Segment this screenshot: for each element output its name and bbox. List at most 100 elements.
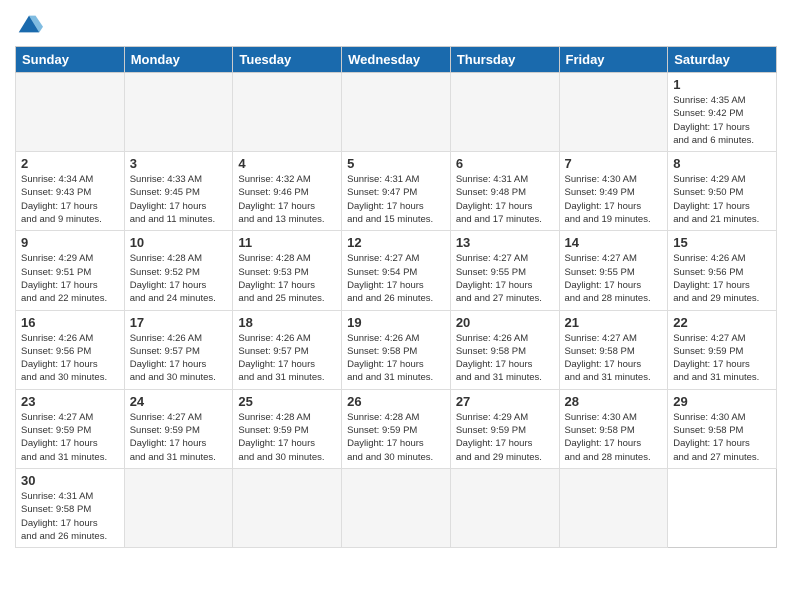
day-number: 24	[130, 394, 228, 409]
calendar-cell: 5 Sunrise: 4:31 AMSunset: 9:47 PMDaylight…	[342, 152, 451, 231]
day-info: Sunrise: 4:35 AMSunset: 9:42 PMDaylight:…	[673, 94, 771, 147]
calendar-row: 1 Sunrise: 4:35 AMSunset: 9:42 PMDaylight…	[16, 73, 777, 152]
day-info: Sunrise: 4:30 AMSunset: 9:58 PMDaylight:…	[565, 411, 663, 464]
calendar-cell	[233, 468, 342, 547]
day-info: Sunrise: 4:26 AMSunset: 9:58 PMDaylight:…	[456, 332, 554, 385]
day-info: Sunrise: 4:28 AMSunset: 9:59 PMDaylight:…	[347, 411, 445, 464]
calendar-cell: 24 Sunrise: 4:27 AMSunset: 9:59 PMDayligh…	[124, 389, 233, 468]
calendar-cell: 16 Sunrise: 4:26 AMSunset: 9:56 PMDayligh…	[16, 310, 125, 389]
day-number: 6	[456, 156, 554, 171]
page-header	[15, 10, 777, 38]
day-info: Sunrise: 4:27 AMSunset: 9:58 PMDaylight:…	[565, 332, 663, 385]
day-number: 25	[238, 394, 336, 409]
logo-icon	[15, 10, 43, 38]
weekday-header: Friday	[559, 47, 668, 73]
calendar-cell	[450, 468, 559, 547]
calendar-cell: 20 Sunrise: 4:26 AMSunset: 9:58 PMDayligh…	[450, 310, 559, 389]
calendar-cell: 17Sunrise: 4:26 AMSunset: 9:57 PMDayligh…	[124, 310, 233, 389]
day-number: 23	[21, 394, 119, 409]
weekday-header: Saturday	[668, 47, 777, 73]
calendar-cell: 7 Sunrise: 4:30 AMSunset: 9:49 PMDaylight…	[559, 152, 668, 231]
day-info: Sunrise: 4:26 AMSunset: 9:58 PMDaylight:…	[347, 332, 445, 385]
weekday-header: Wednesday	[342, 47, 451, 73]
calendar-cell: 19Sunrise: 4:26 AMSunset: 9:58 PMDayligh…	[342, 310, 451, 389]
day-info: Sunrise: 4:27 AMSunset: 9:59 PMDaylight:…	[673, 332, 771, 385]
weekday-header: Tuesday	[233, 47, 342, 73]
day-number: 7	[565, 156, 663, 171]
day-info: Sunrise: 4:31 AMSunset: 9:58 PMDaylight:…	[21, 490, 119, 543]
day-info: Sunrise: 4:29 AMSunset: 9:51 PMDaylight:…	[21, 252, 119, 305]
calendar-table: SundayMondayTuesdayWednesdayThursdayFrid…	[15, 46, 777, 548]
weekday-header: Thursday	[450, 47, 559, 73]
calendar-cell: 15 Sunrise: 4:26 AMSunset: 9:56 PMDayligh…	[668, 231, 777, 310]
day-number: 3	[130, 156, 228, 171]
day-info: Sunrise: 4:27 AMSunset: 9:59 PMDaylight:…	[130, 411, 228, 464]
calendar-cell: 14 Sunrise: 4:27 AMSunset: 9:55 PMDayligh…	[559, 231, 668, 310]
calendar-row: 23 Sunrise: 4:27 AMSunset: 9:59 PMDayligh…	[16, 389, 777, 468]
calendar-cell: 26 Sunrise: 4:28 AMSunset: 9:59 PMDayligh…	[342, 389, 451, 468]
day-info: Sunrise: 4:31 AMSunset: 9:47 PMDaylight:…	[347, 173, 445, 226]
day-info: Sunrise: 4:26 AMSunset: 9:56 PMDaylight:…	[673, 252, 771, 305]
calendar-cell: 22Sunrise: 4:27 AMSunset: 9:59 PMDayligh…	[668, 310, 777, 389]
day-number: 11	[238, 235, 336, 250]
day-number: 21	[565, 315, 663, 330]
day-info: Sunrise: 4:28 AMSunset: 9:52 PMDaylight:…	[130, 252, 228, 305]
calendar-cell	[559, 73, 668, 152]
calendar-cell: 13Sunrise: 4:27 AMSunset: 9:55 PMDayligh…	[450, 231, 559, 310]
calendar-cell	[233, 73, 342, 152]
day-number: 13	[456, 235, 554, 250]
calendar-cell: 11 Sunrise: 4:28 AMSunset: 9:53 PMDayligh…	[233, 231, 342, 310]
day-number: 27	[456, 394, 554, 409]
day-number: 15	[673, 235, 771, 250]
calendar-row: 30 Sunrise: 4:31 AMSunset: 9:58 PMDayligh…	[16, 468, 777, 547]
day-info: Sunrise: 4:34 AMSunset: 9:43 PMDaylight:…	[21, 173, 119, 226]
day-number: 17	[130, 315, 228, 330]
day-info: Sunrise: 4:26 AMSunset: 9:56 PMDaylight:…	[21, 332, 119, 385]
day-number: 1	[673, 77, 771, 92]
calendar-row: 9 Sunrise: 4:29 AMSunset: 9:51 PMDaylight…	[16, 231, 777, 310]
day-number: 16	[21, 315, 119, 330]
day-number: 9	[21, 235, 119, 250]
calendar-cell: 23 Sunrise: 4:27 AMSunset: 9:59 PMDayligh…	[16, 389, 125, 468]
calendar-cell: 27 Sunrise: 4:29 AMSunset: 9:59 PMDayligh…	[450, 389, 559, 468]
calendar-cell: 6 Sunrise: 4:31 AMSunset: 9:48 PMDaylight…	[450, 152, 559, 231]
weekday-header: Sunday	[16, 47, 125, 73]
calendar-cell: 8 Sunrise: 4:29 AMSunset: 9:50 PMDaylight…	[668, 152, 777, 231]
day-info: Sunrise: 4:28 AMSunset: 9:53 PMDaylight:…	[238, 252, 336, 305]
day-info: Sunrise: 4:26 AMSunset: 9:57 PMDaylight:…	[238, 332, 336, 385]
day-info: Sunrise: 4:30 AMSunset: 9:49 PMDaylight:…	[565, 173, 663, 226]
calendar-cell	[450, 73, 559, 152]
calendar-cell: 1 Sunrise: 4:35 AMSunset: 9:42 PMDaylight…	[668, 73, 777, 152]
day-info: Sunrise: 4:28 AMSunset: 9:59 PMDaylight:…	[238, 411, 336, 464]
calendar-cell	[342, 468, 451, 547]
day-info: Sunrise: 4:27 AMSunset: 9:55 PMDaylight:…	[565, 252, 663, 305]
weekday-header: Monday	[124, 47, 233, 73]
calendar-cell: 25 Sunrise: 4:28 AMSunset: 9:59 PMDayligh…	[233, 389, 342, 468]
day-info: Sunrise: 4:32 AMSunset: 9:46 PMDaylight:…	[238, 173, 336, 226]
calendar-cell	[559, 468, 668, 547]
day-info: Sunrise: 4:29 AMSunset: 9:59 PMDaylight:…	[456, 411, 554, 464]
day-number: 8	[673, 156, 771, 171]
day-info: Sunrise: 4:31 AMSunset: 9:48 PMDaylight:…	[456, 173, 554, 226]
day-number: 20	[456, 315, 554, 330]
day-info: Sunrise: 4:30 AMSunset: 9:58 PMDaylight:…	[673, 411, 771, 464]
day-number: 5	[347, 156, 445, 171]
day-number: 14	[565, 235, 663, 250]
calendar-cell	[16, 73, 125, 152]
calendar-cell: 4Sunrise: 4:32 AMSunset: 9:46 PMDaylight…	[233, 152, 342, 231]
day-number: 10	[130, 235, 228, 250]
calendar-cell	[342, 73, 451, 152]
day-info: Sunrise: 4:27 AMSunset: 9:59 PMDaylight:…	[21, 411, 119, 464]
calendar-row: 16 Sunrise: 4:26 AMSunset: 9:56 PMDayligh…	[16, 310, 777, 389]
calendar-cell: 29Sunrise: 4:30 AMSunset: 9:58 PMDayligh…	[668, 389, 777, 468]
calendar-cell: 2Sunrise: 4:34 AMSunset: 9:43 PMDaylight…	[16, 152, 125, 231]
calendar-cell	[124, 73, 233, 152]
calendar-cell: 30 Sunrise: 4:31 AMSunset: 9:58 PMDayligh…	[16, 468, 125, 547]
day-number: 26	[347, 394, 445, 409]
calendar-cell: 28 Sunrise: 4:30 AMSunset: 9:58 PMDayligh…	[559, 389, 668, 468]
day-info: Sunrise: 4:29 AMSunset: 9:50 PMDaylight:…	[673, 173, 771, 226]
day-number: 30	[21, 473, 119, 488]
day-number: 12	[347, 235, 445, 250]
calendar-cell: 12Sunrise: 4:27 AMSunset: 9:54 PMDayligh…	[342, 231, 451, 310]
day-number: 28	[565, 394, 663, 409]
